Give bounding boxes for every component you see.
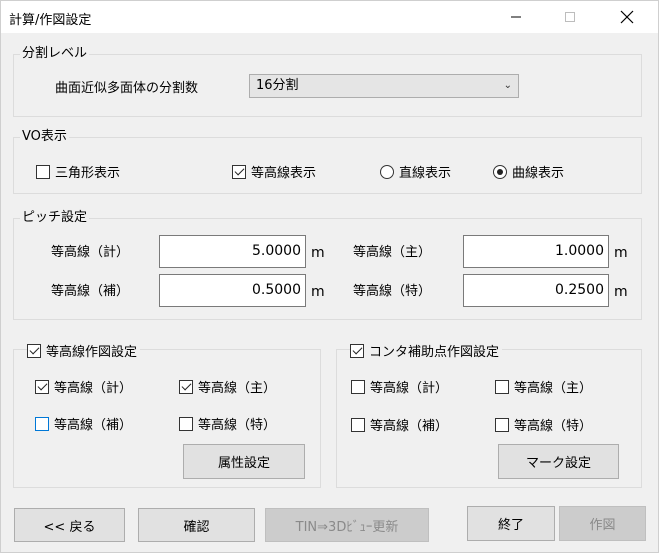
pitch-keisan-unit: m	[311, 245, 325, 261]
finish-button[interactable]: 終了	[467, 506, 555, 541]
contour-aux-toku-label: 等高線（特）	[514, 419, 593, 434]
contour-drawing-main-label: 等高線（主）	[198, 381, 277, 396]
division-group-title: 分割レベル	[20, 46, 90, 62]
pitch-hojo-label: 等高線（補）	[51, 284, 130, 299]
contour-drawing-hojo-label: 等高線（補）	[54, 418, 133, 433]
checkbox-box	[232, 164, 246, 179]
contour-aux-enable-checkbox[interactable]: コンタ補助点作図設定	[350, 341, 503, 360]
pitch-toku-input[interactable]: 0.2500	[463, 274, 609, 307]
triangle-display-label: 三角形表示	[55, 166, 121, 181]
contour-drawing-toku-checkbox[interactable]: 等高線（特）	[179, 414, 276, 433]
contour-aux-group-title: コンタ補助点作図設定	[369, 345, 500, 360]
contour-aux-main-checkbox[interactable]: 等高線（主）	[495, 377, 592, 396]
contour-aux-keisan-label: 等高線（計）	[370, 381, 449, 396]
checkbox-box	[35, 416, 49, 431]
curve-line-label: 曲線表示	[512, 166, 565, 181]
checkbox-box	[495, 379, 509, 394]
radio-circle	[493, 164, 507, 179]
contour-drawing-group-title: 等高線作図設定	[46, 345, 138, 360]
contour-drawing-enable-checkbox[interactable]: 等高線作図設定	[27, 341, 141, 360]
pitch-keisan-label: 等高線（計）	[51, 245, 130, 260]
contour-drawing-toku-label: 等高線（特）	[198, 418, 277, 433]
contour-aux-hojo-label: 等高線（補）	[370, 419, 449, 434]
curve-line-radio[interactable]: 曲線表示	[493, 162, 564, 181]
checkbox-box	[495, 417, 509, 432]
contour-aux-keisan-checkbox[interactable]: 等高線（計）	[351, 377, 448, 396]
division-select[interactable]: 16分割 ⌄	[249, 74, 519, 98]
checkbox-box	[179, 416, 193, 431]
contour-display-label: 等高線表示	[251, 166, 317, 181]
checkbox-box	[27, 343, 41, 358]
pitch-main-label: 等高線（主）	[353, 245, 432, 260]
contour-drawing-hojo-checkbox[interactable]: 等高線（補）	[35, 414, 132, 433]
confirm-button[interactable]: 確認	[138, 508, 255, 542]
contour-aux-toku-checkbox[interactable]: 等高線（特）	[495, 415, 592, 434]
tin-3d-view-update-button: TIN⇒3Dﾋﾞｭｰ更新	[265, 508, 429, 542]
pitch-hojo-unit: m	[311, 284, 325, 300]
minimize-icon	[511, 16, 521, 18]
dialog-window: 計算/作図設定 分割レベル 曲面近似多面体の分割数 16分割 ⌄ VO表示 三角…	[0, 0, 659, 553]
attribute-settings-button[interactable]: 属性設定	[183, 444, 305, 479]
checkbox-box	[179, 379, 193, 394]
back-button[interactable]: << 戻る	[14, 508, 125, 542]
division-select-value: 16分割	[256, 78, 299, 93]
checkbox-box	[36, 164, 50, 179]
pitch-toku-unit: m	[614, 284, 628, 300]
contour-drawing-main-checkbox[interactable]: 等高線（主）	[179, 377, 276, 396]
pitch-toku-label: 等高線（特）	[353, 284, 432, 299]
pitch-group-title: ピッチ設定	[20, 210, 90, 226]
checkbox-box	[351, 379, 365, 394]
mark-settings-button[interactable]: マーク設定	[498, 444, 619, 479]
contour-drawing-keisan-label: 等高線（計）	[54, 381, 133, 396]
triangle-display-checkbox[interactable]: 三角形表示	[36, 162, 120, 181]
contour-drawing-keisan-checkbox[interactable]: 等高線（計）	[35, 377, 132, 396]
pitch-hojo-input[interactable]: 0.5000	[159, 274, 306, 307]
straight-line-radio[interactable]: 直線表示	[380, 162, 451, 181]
pitch-keisan-input[interactable]: 5.0000	[159, 235, 306, 268]
checkbox-box	[350, 343, 364, 358]
maximize-button	[547, 1, 593, 33]
pitch-main-unit: m	[614, 245, 628, 261]
close-button[interactable]	[604, 1, 650, 33]
contour-aux-main-label: 等高線（主）	[514, 381, 593, 396]
window-title: 計算/作図設定	[9, 13, 92, 28]
minimize-button[interactable]	[493, 1, 539, 33]
title-bar: 計算/作図設定	[1, 1, 658, 33]
draw-button: 作図	[559, 506, 646, 541]
maximize-icon	[565, 12, 575, 22]
straight-line-label: 直線表示	[399, 166, 452, 181]
chevron-down-icon: ⌄	[503, 80, 512, 91]
checkbox-box	[35, 379, 49, 394]
radio-circle	[380, 164, 394, 179]
close-icon	[620, 10, 634, 24]
vo-display-group-title: VO表示	[20, 129, 69, 145]
checkbox-box	[351, 417, 365, 432]
contour-aux-hojo-checkbox[interactable]: 等高線（補）	[351, 415, 448, 434]
division-label: 曲面近似多面体の分割数	[55, 81, 199, 96]
pitch-main-input[interactable]: 1.0000	[463, 235, 609, 268]
contour-display-checkbox[interactable]: 等高線表示	[232, 162, 316, 181]
